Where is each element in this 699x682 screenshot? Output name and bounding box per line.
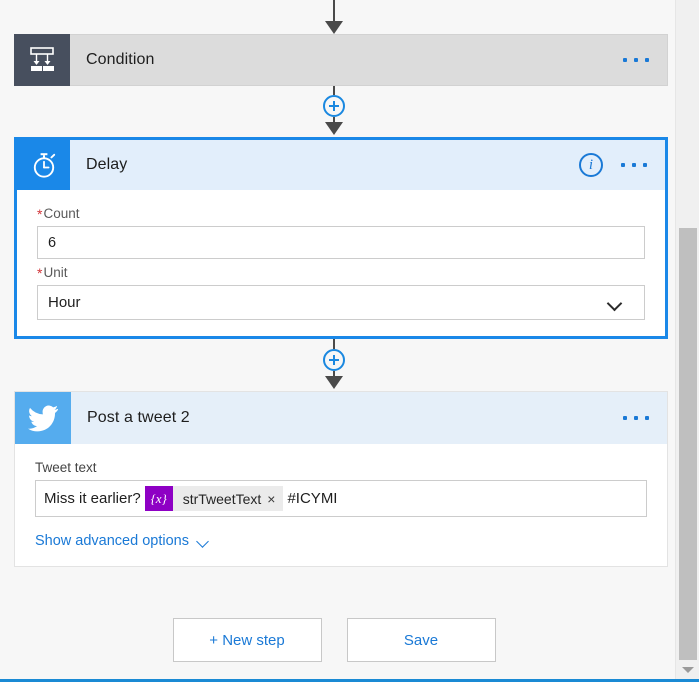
arrow-down-icon xyxy=(325,122,343,135)
arrow-down-icon xyxy=(325,21,343,34)
dynamic-content-token[interactable]: {x} strTweetText × xyxy=(144,486,284,511)
scrollbar-thumb[interactable] xyxy=(679,228,697,660)
delay-more-menu-icon[interactable] xyxy=(619,157,649,173)
tweet-card-title: Post a tweet 2 xyxy=(87,409,190,426)
delay-card-actions: i xyxy=(579,153,665,177)
save-button[interactable]: Save xyxy=(346,618,496,662)
tweet-text-label: Tweet text xyxy=(35,460,97,475)
unit-label-text: Unit xyxy=(43,265,68,280)
condition-card-actions xyxy=(621,52,667,68)
unit-select[interactable]: Hour xyxy=(37,285,645,320)
delay-card-body: * Count 6 * Unit Hour xyxy=(17,190,665,336)
tweet-text-suffix: #ICYMI xyxy=(287,490,338,507)
tweet-text-prefix: Miss it earlier? xyxy=(44,490,141,507)
condition-card-header[interactable]: Condition xyxy=(14,34,668,86)
show-advanced-options-link[interactable]: Show advanced options xyxy=(35,533,210,549)
connector-above-condition xyxy=(0,0,668,34)
step-card-post-a-tweet[interactable]: Post a tweet 2 Tweet text Miss it earlie… xyxy=(14,391,668,567)
arrow-down-icon xyxy=(325,376,343,389)
chevron-down-icon xyxy=(197,537,210,545)
scroll-down-arrow-icon[interactable] xyxy=(676,660,699,679)
footer-actions: + New step Save xyxy=(0,618,668,662)
stopwatch-icon xyxy=(17,140,70,190)
vertical-scrollbar[interactable] xyxy=(675,0,699,679)
required-marker: * xyxy=(37,206,43,222)
add-step-button-1[interactable] xyxy=(323,95,345,117)
expression-badge-icon: {x} xyxy=(144,486,173,511)
step-card-condition[interactable]: Condition xyxy=(14,34,668,86)
count-label-text: Count xyxy=(43,206,80,221)
chevron-down-icon xyxy=(608,298,624,307)
remove-token-icon[interactable]: × xyxy=(267,492,283,506)
connector-delay-to-tweet xyxy=(0,339,668,391)
new-step-button[interactable]: + New step xyxy=(172,618,322,662)
show-advanced-options-label: Show advanced options xyxy=(35,533,189,549)
condition-more-menu-icon[interactable] xyxy=(621,52,651,68)
token-label: strTweetText xyxy=(182,490,262,507)
count-field-label: * Count xyxy=(37,206,645,221)
unit-select-value: Hour xyxy=(48,294,81,311)
delay-card-title: Delay xyxy=(86,156,128,173)
count-input[interactable]: 6 xyxy=(37,226,645,259)
tweet-text-input[interactable]: Miss it earlier? {x} strTweetText × #ICY… xyxy=(35,480,647,517)
tweet-more-menu-icon[interactable] xyxy=(621,410,651,426)
connector-condition-to-delay xyxy=(0,86,668,137)
unit-field-label: * Unit xyxy=(37,265,645,280)
tweet-card-body: Tweet text Miss it earlier? {x} strTweet… xyxy=(15,444,667,566)
required-marker: * xyxy=(37,265,43,281)
flow-steps-column: Condition Delay i * Count 6 * Unit Hour … xyxy=(0,0,668,567)
condition-branch-icon xyxy=(14,34,70,86)
add-step-button-2[interactable] xyxy=(323,349,345,371)
tweet-card-header[interactable]: Post a tweet 2 xyxy=(15,392,667,444)
condition-card-title: Condition xyxy=(86,51,155,68)
delay-card-header[interactable]: Delay i xyxy=(17,140,665,190)
info-icon[interactable]: i xyxy=(579,153,603,177)
flow-designer-canvas: Condition Delay i * Count 6 * Unit Hour … xyxy=(0,0,699,682)
tweet-card-actions xyxy=(621,410,667,426)
step-card-delay[interactable]: Delay i * Count 6 * Unit Hour xyxy=(14,137,668,339)
twitter-bird-icon xyxy=(15,392,71,444)
